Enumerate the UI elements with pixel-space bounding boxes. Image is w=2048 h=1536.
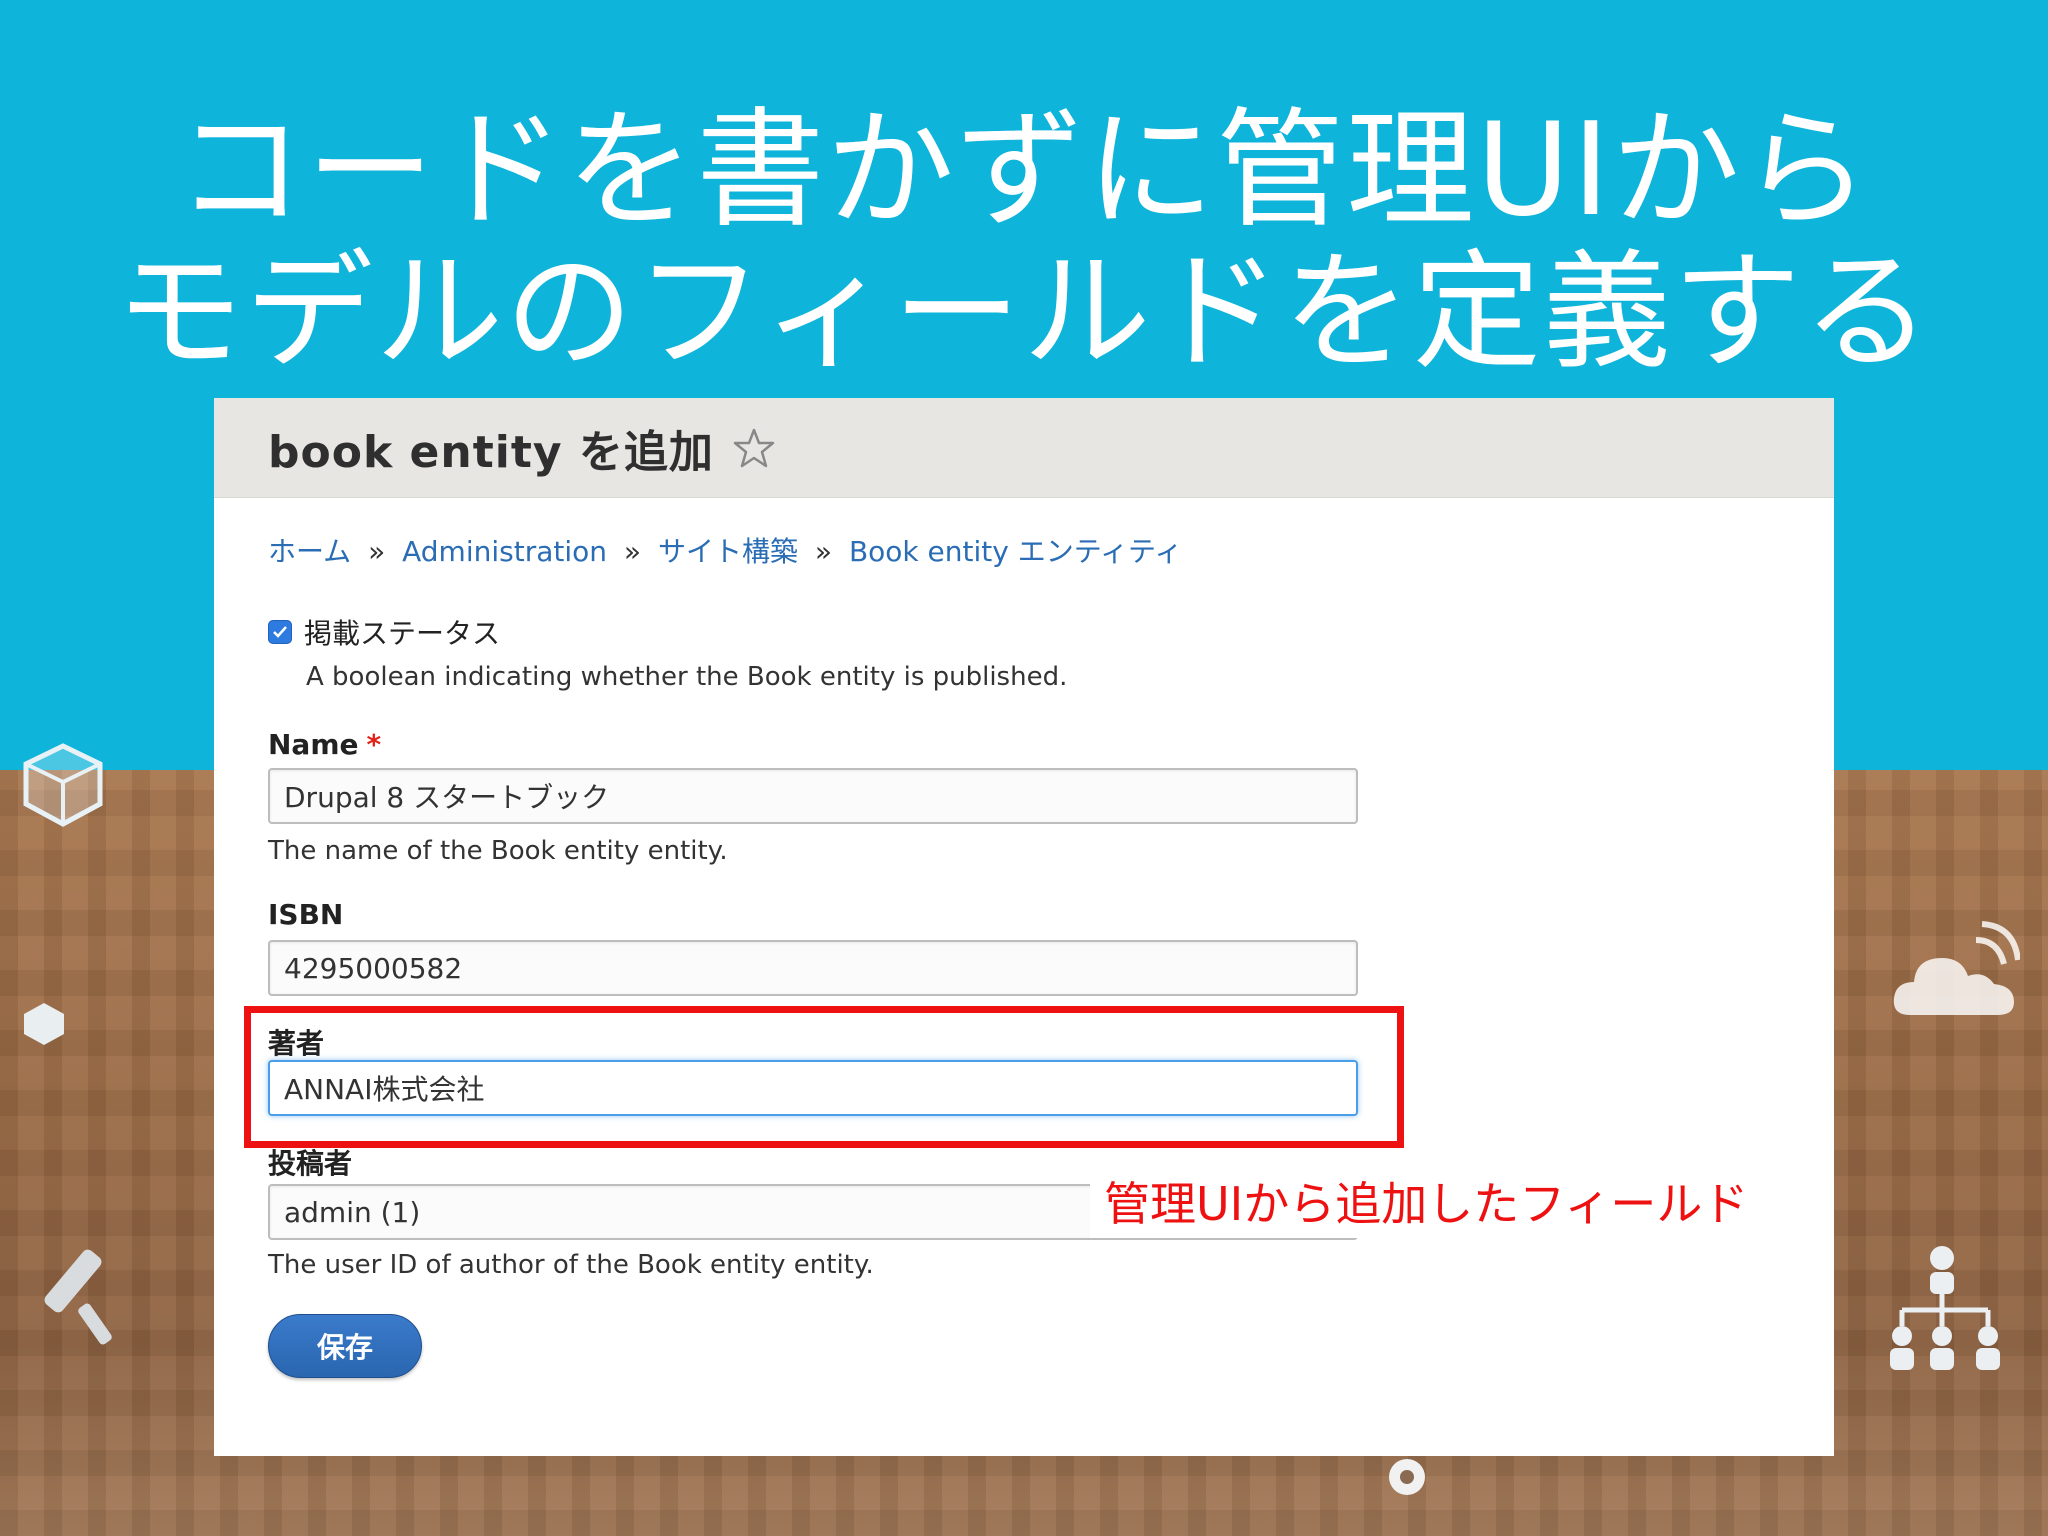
checkmark-icon: [273, 626, 287, 638]
breadcrumb-link-home[interactable]: ホーム: [268, 535, 351, 568]
annotation-label: 管理UIから追加したフィールド: [1090, 1170, 1790, 1238]
status-label[interactable]: 掲載ステータス: [304, 612, 500, 652]
slide-title: コードを書かずに管理UIから モデルのフィールドを定義する: [0, 100, 2048, 384]
cloud-icon: [1893, 921, 2020, 1015]
breadcrumb: ホーム » Administration » サイト構築 » Book enti…: [268, 530, 1182, 570]
name-label-text: Name: [268, 728, 359, 761]
isbn-input[interactable]: [268, 940, 1358, 996]
uid-label: 投稿者: [268, 1147, 353, 1180]
highlight-box: [244, 1006, 1404, 1148]
breadcrumb-link-administration[interactable]: Administration: [402, 535, 607, 568]
status-checkbox[interactable]: [268, 620, 292, 644]
required-marker: *: [366, 728, 382, 761]
org-chart-icon: [1890, 1246, 2000, 1370]
name-input[interactable]: [268, 768, 1358, 824]
breadcrumb-link-book-entity[interactable]: Book entity エンティティ: [849, 535, 1182, 568]
save-button[interactable]: 保存: [268, 1314, 422, 1378]
paint-roller-icon: [44, 1249, 112, 1345]
breadcrumb-separator: »: [814, 535, 833, 568]
name-label: Name *: [268, 728, 381, 761]
slide-title-line-2: モデルのフィールドを定義する: [115, 238, 1933, 387]
page-header: book entity を追加: [214, 398, 1834, 498]
breadcrumb-separator: »: [368, 535, 386, 568]
isbn-label: ISBN: [268, 898, 344, 931]
location-pin-icon: [1389, 1459, 1425, 1495]
status-field: 掲載ステータス: [268, 612, 500, 652]
status-description: A boolean indicating whether the Book en…: [306, 662, 1068, 692]
admin-panel: book entity を追加 ホーム » Administration » サ…: [214, 398, 1834, 1456]
breadcrumb-separator: »: [623, 535, 642, 568]
breadcrumb-link-structure[interactable]: サイト構築: [658, 535, 798, 568]
uid-description: The user ID of author of the Book entity…: [268, 1250, 874, 1280]
page-title: book entity を追加: [268, 426, 714, 478]
slide-title-line-1: コードを書かずに管理UIから: [176, 96, 1872, 245]
hexagon-icon: [24, 1003, 64, 1045]
star-icon[interactable]: [732, 426, 776, 470]
cube-icon: [23, 743, 103, 827]
name-description: The name of the Book entity entity.: [268, 836, 728, 866]
